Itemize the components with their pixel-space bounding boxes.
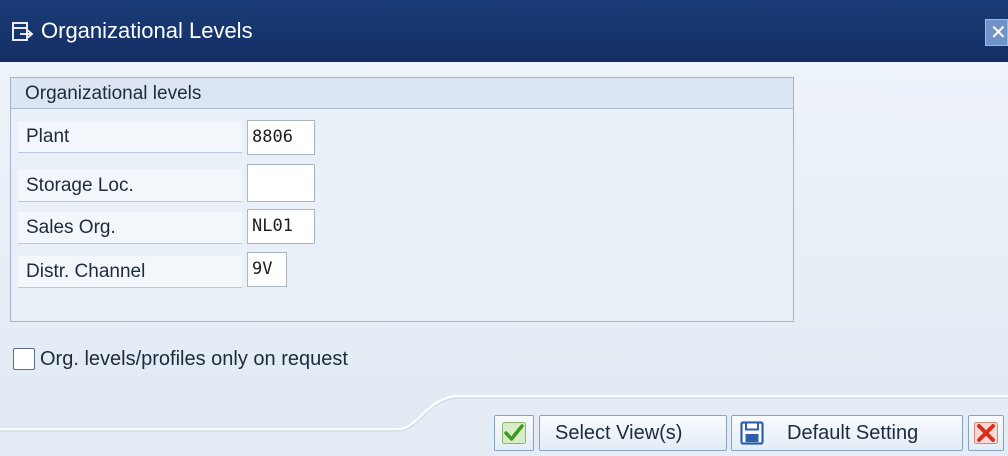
only-on-request-checkbox[interactable] [13, 348, 35, 370]
select-views-label: Select View(s) [555, 422, 683, 444]
dialog-titlebar: Organizational Levels ✕ [0, 0, 1008, 62]
sales-org-label: Sales Org. [18, 212, 242, 244]
default-setting-button[interactable]: Default Setting [731, 415, 963, 451]
confirm-button[interactable] [494, 415, 534, 451]
default-setting-label: Default Setting [787, 422, 919, 444]
cancel-button[interactable] [968, 415, 1004, 451]
close-icon[interactable]: ✕ [990, 20, 1007, 44]
save-icon [740, 421, 764, 445]
dialog-icon [12, 22, 34, 41]
plant-label: Plant [18, 121, 242, 153]
storage-loc-label: Storage Loc. [18, 170, 242, 202]
plant-field[interactable]: 8806 [247, 120, 315, 155]
only-on-request-label: Org. levels/profiles only on request [40, 348, 348, 370]
select-views-button[interactable]: Select View(s) [539, 415, 727, 451]
cancel-x-icon [974, 422, 998, 444]
close-button[interactable]: ✕ [985, 19, 1008, 46]
distr-channel-label: Distr. Channel [18, 256, 242, 288]
group-header: Organizational levels [11, 78, 793, 109]
distr-channel-field[interactable]: 9V [247, 252, 287, 287]
dialog-title: Organizational Levels [41, 18, 253, 43]
sales-org-field[interactable]: NL01 [247, 209, 315, 244]
storage-loc-field[interactable] [247, 164, 315, 202]
checkmark-icon [502, 422, 526, 444]
